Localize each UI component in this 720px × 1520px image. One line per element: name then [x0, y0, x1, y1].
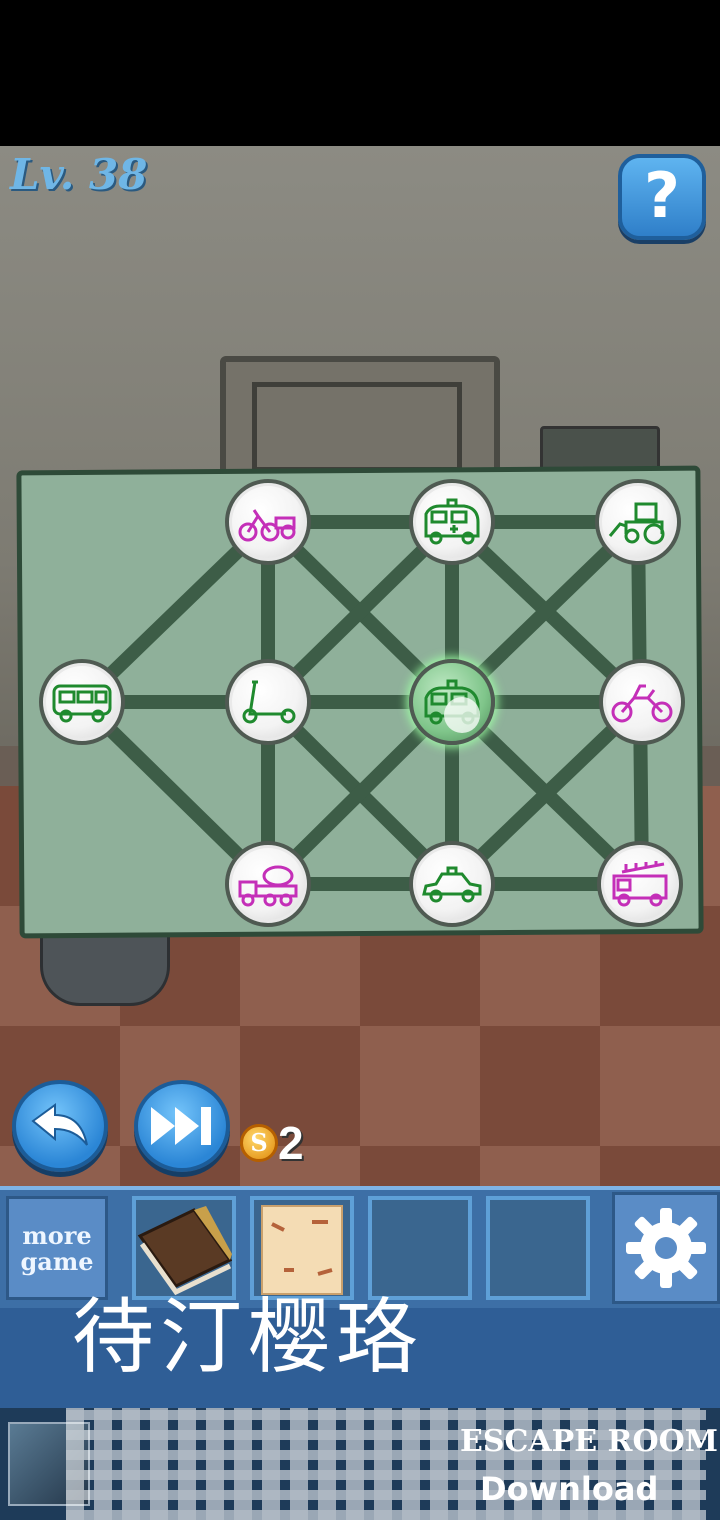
- coin-count: 2: [278, 1117, 304, 1169]
- ad-banner[interactable]: ESCAPE ROOM Download: [0, 1408, 720, 1520]
- settings-button[interactable]: [612, 1192, 720, 1304]
- node-road-roller[interactable]: [595, 479, 681, 565]
- node-bus[interactable]: [39, 659, 125, 745]
- node-cement-mixer[interactable]: [225, 841, 311, 927]
- skip-level-button[interactable]: [134, 1080, 230, 1172]
- fire-truck-icon: [612, 861, 668, 907]
- road-roller-icon: [608, 502, 665, 545]
- undo-arrow-icon: [31, 1103, 88, 1146]
- node-motorcycle[interactable]: [599, 659, 685, 745]
- ad-download-label[interactable]: Download: [480, 1470, 658, 1508]
- node-bicycle-cart[interactable]: [225, 479, 311, 565]
- background-monitor: [220, 356, 500, 476]
- touch-highlight: [444, 697, 480, 733]
- level-indicator: Lv. 38: [10, 150, 148, 199]
- ad-title: ESCAPE ROOM: [460, 1424, 718, 1459]
- more-game-line1: more: [22, 1221, 92, 1250]
- status-bar-area: [0, 0, 720, 146]
- cement-mixer-icon: [238, 865, 298, 907]
- bicycle-cart-icon: [238, 509, 296, 542]
- taxi-icon: [422, 866, 482, 903]
- ambulance-icon: [424, 498, 480, 545]
- inventory-slot-4[interactable]: [486, 1196, 590, 1300]
- undo-button[interactable]: [12, 1080, 108, 1172]
- scooter-icon: [242, 680, 296, 724]
- coin-icon: S: [240, 1124, 278, 1162]
- node-scooter[interactable]: [225, 659, 311, 745]
- bus-icon: [52, 684, 112, 723]
- skip-forward-icon: [151, 1107, 211, 1145]
- gear-icon: [626, 1208, 706, 1288]
- help-button[interactable]: ?: [618, 154, 706, 240]
- watermark-text: 待汀樱珞: [72, 1290, 425, 1385]
- node-taxi[interactable]: [409, 841, 495, 927]
- node-ambulance[interactable]: [409, 479, 495, 565]
- motorcycle-icon: [611, 684, 673, 723]
- node-fire-truck[interactable]: [597, 841, 683, 927]
